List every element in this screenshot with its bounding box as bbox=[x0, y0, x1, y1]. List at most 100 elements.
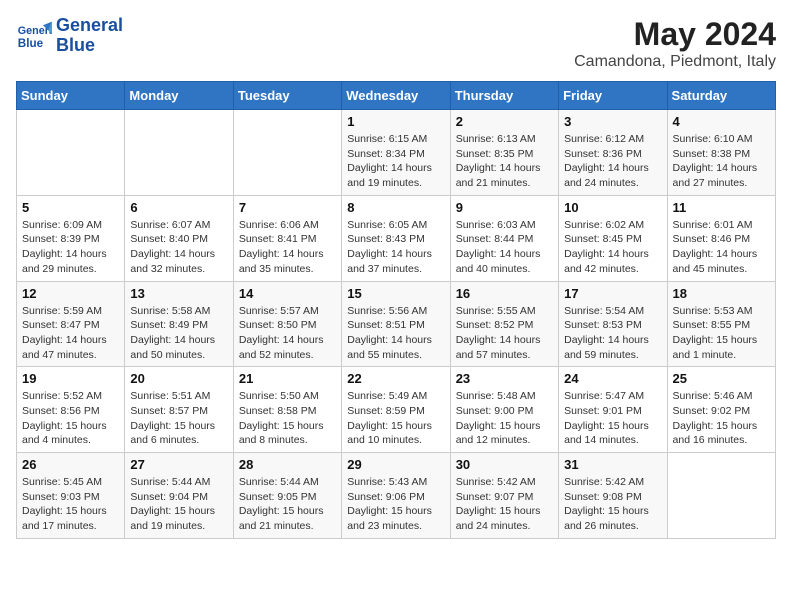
day-number: 27 bbox=[130, 457, 227, 472]
day-number: 20 bbox=[130, 371, 227, 386]
calendar-day: 14 Sunrise: 5:57 AMSunset: 8:50 PMDayligh… bbox=[233, 281, 341, 367]
calendar-day: 21Sunrise: 5:50 AMSunset: 8:58 PMDayligh… bbox=[233, 367, 341, 453]
day-number: 26 bbox=[22, 457, 119, 472]
col-saturday: Saturday bbox=[667, 82, 775, 110]
calendar-day: 10 Sunrise: 6:02 AMSunset: 8:45 PMDayligh… bbox=[559, 195, 667, 281]
calendar-day: 27 Sunrise: 5:44 AMSunset: 9:04 PMDayligh… bbox=[125, 453, 233, 539]
day-number: 24 bbox=[564, 371, 661, 386]
page-header: General Blue General Blue May 2024 Caman… bbox=[16, 16, 776, 71]
day-number: 8 bbox=[347, 200, 444, 215]
calendar-day bbox=[17, 110, 125, 196]
col-friday: Friday bbox=[559, 82, 667, 110]
day-number: 21 bbox=[239, 371, 336, 386]
page-title: May 2024 bbox=[574, 16, 776, 53]
col-tuesday: Tuesday bbox=[233, 82, 341, 110]
calendar-day: 13 Sunrise: 5:58 AMSunset: 8:49 PMDayligh… bbox=[125, 281, 233, 367]
day-number: 31 bbox=[564, 457, 661, 472]
day-number: 1 bbox=[347, 114, 444, 129]
day-number: 23 bbox=[456, 371, 553, 386]
calendar-day: 17 Sunrise: 5:54 AMSunset: 8:53 PMDayligh… bbox=[559, 281, 667, 367]
calendar-day bbox=[667, 453, 775, 539]
calendar-day: 6 Sunrise: 6:07 AMSunset: 8:40 PMDaylight… bbox=[125, 195, 233, 281]
day-info: Sunrise: 5:44 AMSunset: 9:05 PMDaylight:… bbox=[239, 475, 336, 534]
calendar-day: 20 Sunrise: 5:51 AMSunset: 8:57 PMDayligh… bbox=[125, 367, 233, 453]
svg-text:Blue: Blue bbox=[18, 37, 44, 50]
calendar-day: 15 Sunrise: 5:56 AMSunset: 8:51 PMDayligh… bbox=[342, 281, 450, 367]
calendar-week-3: 12 Sunrise: 5:59 AMSunset: 8:47 PMDayligh… bbox=[17, 281, 776, 367]
logo-icon: General Blue bbox=[16, 18, 52, 54]
day-info: Sunrise: 5:46 AMSunset: 9:02 PMDaylight:… bbox=[673, 389, 770, 448]
day-number: 9 bbox=[456, 200, 553, 215]
calendar-day: 22 Sunrise: 5:49 AMSunset: 8:59 PMDayligh… bbox=[342, 367, 450, 453]
day-number: 30 bbox=[456, 457, 553, 472]
day-info: Sunrise: 5:57 AMSunset: 8:50 PMDaylight:… bbox=[239, 304, 336, 363]
day-info: Sunrise: 5:45 AMSunset: 9:03 PMDaylight:… bbox=[22, 475, 119, 534]
day-number: 5 bbox=[22, 200, 119, 215]
day-number: 18 bbox=[673, 286, 770, 301]
day-info: Sunrise: 6:13 AMSunset: 8:35 PMDaylight:… bbox=[456, 132, 553, 191]
calendar-day: 29 Sunrise: 5:43 AMSunset: 9:06 PMDayligh… bbox=[342, 453, 450, 539]
day-number: 17 bbox=[564, 286, 661, 301]
calendar-day: 30 Sunrise: 5:42 AMSunset: 9:07 PMDayligh… bbox=[450, 453, 558, 539]
day-info: Sunrise: 6:07 AMSunset: 8:40 PMDaylight:… bbox=[130, 218, 227, 277]
logo-line1: General bbox=[56, 16, 123, 36]
day-info: Sunrise: 6:09 AMSunset: 8:39 PMDaylight:… bbox=[22, 218, 119, 277]
day-number: 28 bbox=[239, 457, 336, 472]
day-info: Sunrise: 6:05 AMSunset: 8:43 PMDaylight:… bbox=[347, 218, 444, 277]
calendar-day: 24 Sunrise: 5:47 AMSunset: 9:01 PMDayligh… bbox=[559, 367, 667, 453]
day-info: Sunrise: 5:42 AMSunset: 9:08 PMDaylight:… bbox=[564, 475, 661, 534]
day-info: Sunrise: 5:55 AMSunset: 8:52 PMDaylight:… bbox=[456, 304, 553, 363]
col-wednesday: Wednesday bbox=[342, 82, 450, 110]
day-number: 29 bbox=[347, 457, 444, 472]
title-block: May 2024 Camandona, Piedmont, Italy bbox=[574, 16, 776, 71]
day-info: Sunrise: 6:15 AMSunset: 8:34 PMDaylight:… bbox=[347, 132, 444, 191]
day-number: 3 bbox=[564, 114, 661, 129]
day-info: Sunrise: 5:52 AMSunset: 8:56 PMDaylight:… bbox=[22, 389, 119, 448]
day-info: Sunrise: 5:47 AMSunset: 9:01 PMDaylight:… bbox=[564, 389, 661, 448]
day-info: Sunrise: 5:44 AMSunset: 9:04 PMDaylight:… bbox=[130, 475, 227, 534]
calendar-day: 18 Sunrise: 5:53 AMSunset: 8:55 PMDayligh… bbox=[667, 281, 775, 367]
day-info: Sunrise: 6:03 AMSunset: 8:44 PMDaylight:… bbox=[456, 218, 553, 277]
calendar-week-4: 19Sunrise: 5:52 AMSunset: 8:56 PMDayligh… bbox=[17, 367, 776, 453]
day-number: 22 bbox=[347, 371, 444, 386]
day-info: Sunrise: 5:54 AMSunset: 8:53 PMDaylight:… bbox=[564, 304, 661, 363]
day-info: Sunrise: 5:58 AMSunset: 8:49 PMDaylight:… bbox=[130, 304, 227, 363]
day-info: Sunrise: 5:48 AMSunset: 9:00 PMDaylight:… bbox=[456, 389, 553, 448]
day-info: Sunrise: 6:01 AMSunset: 8:46 PMDaylight:… bbox=[673, 218, 770, 277]
day-number: 6 bbox=[130, 200, 227, 215]
calendar-day: 9 Sunrise: 6:03 AMSunset: 8:44 PMDaylight… bbox=[450, 195, 558, 281]
calendar-day: 12 Sunrise: 5:59 AMSunset: 8:47 PMDayligh… bbox=[17, 281, 125, 367]
day-number: 11 bbox=[673, 200, 770, 215]
col-sunday: Sunday bbox=[17, 82, 125, 110]
logo-text: General Blue bbox=[56, 16, 123, 56]
calendar-day: 28 Sunrise: 5:44 AMSunset: 9:05 PMDayligh… bbox=[233, 453, 341, 539]
calendar-day: 4Sunrise: 6:10 AMSunset: 8:38 PMDaylight… bbox=[667, 110, 775, 196]
day-info: Sunrise: 5:49 AMSunset: 8:59 PMDaylight:… bbox=[347, 389, 444, 448]
calendar-day: 11 Sunrise: 6:01 AMSunset: 8:46 PMDayligh… bbox=[667, 195, 775, 281]
calendar-day: 2 Sunrise: 6:13 AMSunset: 8:35 PMDaylight… bbox=[450, 110, 558, 196]
logo-line2: Blue bbox=[56, 36, 123, 56]
day-info: Sunrise: 5:51 AMSunset: 8:57 PMDaylight:… bbox=[130, 389, 227, 448]
logo: General Blue General Blue bbox=[16, 16, 123, 56]
col-monday: Monday bbox=[125, 82, 233, 110]
day-number: 15 bbox=[347, 286, 444, 301]
day-number: 13 bbox=[130, 286, 227, 301]
header-row: Sunday Monday Tuesday Wednesday Thursday… bbox=[17, 82, 776, 110]
calendar-week-5: 26 Sunrise: 5:45 AMSunset: 9:03 PMDayligh… bbox=[17, 453, 776, 539]
calendar-day: 7Sunrise: 6:06 AMSunset: 8:41 PMDaylight… bbox=[233, 195, 341, 281]
day-number: 2 bbox=[456, 114, 553, 129]
calendar-header: Sunday Monday Tuesday Wednesday Thursday… bbox=[17, 82, 776, 110]
page-subtitle: Camandona, Piedmont, Italy bbox=[574, 53, 776, 71]
calendar-day: 31 Sunrise: 5:42 AMSunset: 9:08 PMDayligh… bbox=[559, 453, 667, 539]
calendar-day: 5 Sunrise: 6:09 AMSunset: 8:39 PMDaylight… bbox=[17, 195, 125, 281]
day-info: Sunrise: 5:42 AMSunset: 9:07 PMDaylight:… bbox=[456, 475, 553, 534]
day-number: 7 bbox=[239, 200, 336, 215]
day-info: Sunrise: 5:43 AMSunset: 9:06 PMDaylight:… bbox=[347, 475, 444, 534]
day-number: 12 bbox=[22, 286, 119, 301]
day-info: Sunrise: 5:53 AMSunset: 8:55 PMDaylight:… bbox=[673, 304, 770, 363]
day-info: Sunrise: 5:59 AMSunset: 8:47 PMDaylight:… bbox=[22, 304, 119, 363]
day-number: 10 bbox=[564, 200, 661, 215]
day-info: Sunrise: 6:02 AMSunset: 8:45 PMDaylight:… bbox=[564, 218, 661, 277]
day-number: 14 bbox=[239, 286, 336, 301]
day-info: Sunrise: 5:56 AMSunset: 8:51 PMDaylight:… bbox=[347, 304, 444, 363]
